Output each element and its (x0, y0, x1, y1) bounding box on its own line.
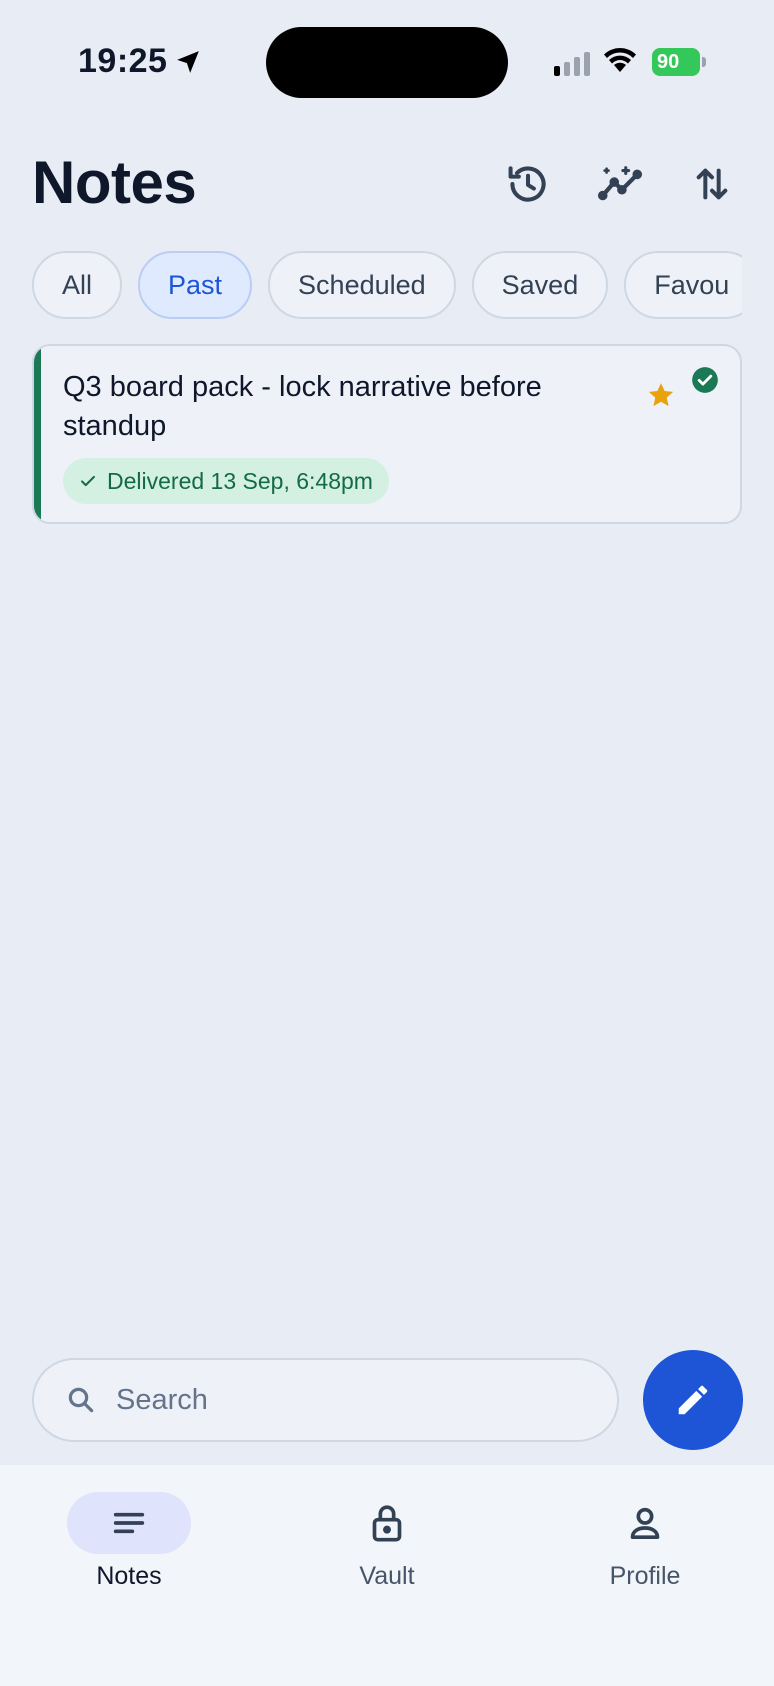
search-input[interactable] (116, 1383, 556, 1417)
nav-item-notes[interactable]: Notes (29, 1492, 229, 1591)
page-title: Notes (32, 149, 197, 216)
status-badge: Delivered 13 Sep, 6:48pm (63, 458, 389, 504)
battery-level: 90 (657, 50, 680, 73)
person-icon (630, 1507, 660, 1539)
compose-button[interactable] (643, 1350, 743, 1450)
insights-icon (597, 166, 643, 201)
filter-chip-favourites[interactable]: Favou (624, 251, 742, 319)
filter-chip-past[interactable]: Past (138, 251, 253, 319)
nav-pill-profile (583, 1492, 707, 1554)
delivered-check-icon (692, 367, 718, 393)
nav-label-notes: Notes (96, 1562, 162, 1590)
card-status-accent (34, 346, 41, 522)
history-button[interactable] (500, 156, 556, 212)
search-icon (68, 1387, 94, 1413)
notes-icon (113, 1512, 145, 1534)
nav-label-profile: Profile (609, 1562, 681, 1590)
filter-chip-scheduled[interactable]: Scheduled (268, 251, 456, 319)
nav-label-vault: Vault (359, 1562, 415, 1590)
status-badge-text: Delivered 13 Sep, 6:48pm (107, 467, 373, 494)
lock-icon (372, 1505, 402, 1542)
bottom-nav: Notes Vault Profile (0, 1465, 774, 1686)
nav-pill-vault (325, 1492, 449, 1554)
wifi-icon (604, 48, 636, 72)
filter-chip-saved[interactable]: Saved (471, 251, 609, 319)
check-icon (81, 475, 95, 487)
insights-button[interactable] (592, 156, 648, 212)
sort-icon (696, 168, 728, 200)
battery-icon: 90 (652, 48, 706, 76)
status-time: 19:25 (78, 42, 201, 81)
history-icon (508, 166, 546, 202)
filter-chips: All Past Scheduled Saved Favou (32, 251, 742, 321)
star-icon[interactable] (646, 380, 676, 410)
sort-button[interactable] (684, 156, 740, 212)
location-arrow-icon (177, 50, 200, 73)
status-bar: 19:25 90 (0, 0, 774, 120)
nav-item-profile[interactable]: Profile (545, 1492, 745, 1591)
pencil-icon (678, 1385, 708, 1415)
nav-item-vault[interactable]: Vault (287, 1492, 487, 1591)
filter-chip-all[interactable]: All (32, 251, 123, 319)
clock-text: 19:25 (78, 42, 168, 80)
note-card[interactable]: Q3 board pack - lock narrative before st… (32, 344, 742, 524)
nav-pill-notes (67, 1492, 191, 1554)
dynamic-island (266, 27, 508, 98)
search-bar[interactable] (32, 1358, 619, 1442)
note-title: Q3 board pack - lock narrative before st… (63, 371, 542, 442)
cellular-signal-icon (554, 50, 590, 76)
